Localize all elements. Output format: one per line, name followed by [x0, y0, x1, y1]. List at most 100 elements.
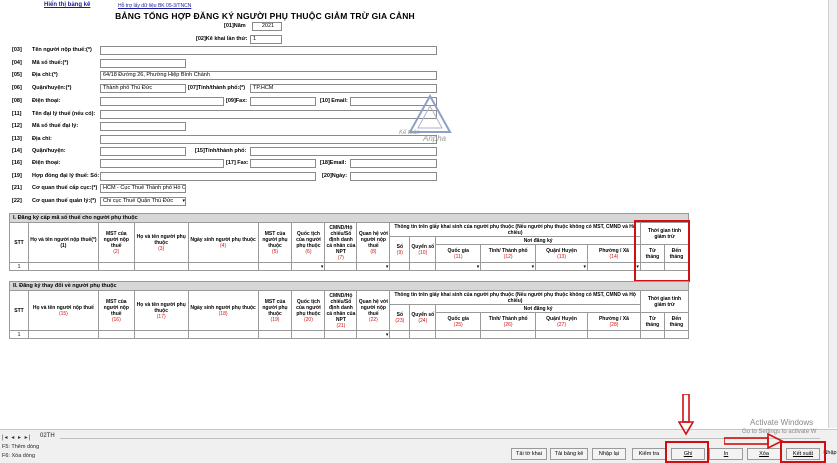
times-input[interactable]: 1 [250, 35, 282, 44]
f04-num: [04] [12, 60, 22, 66]
taxpayer-name-input[interactable] [100, 46, 437, 55]
phone-input[interactable] [100, 97, 224, 106]
load-list-button[interactable]: Tải bảng kê [550, 448, 588, 460]
s1-cell[interactable] [257, 262, 293, 271]
f13-num: [13] [12, 136, 22, 142]
s2-col5: MST của người phụ thuộc (19) [257, 290, 293, 331]
s1-sub-province: Tỉnh/ Thành phố (12) [480, 244, 537, 263]
s2-col7: CMND/Hộ chiếu/Số định danh cá nhân của N… [324, 290, 358, 331]
s2-cell[interactable] [187, 330, 259, 339]
s1-col3: Họ và tên người phụ thuộc (3) [133, 222, 189, 263]
s1-cell[interactable] [187, 262, 259, 271]
s2-cell[interactable] [97, 330, 135, 339]
show-list-link[interactable]: Hiển thị bảng kê [44, 2, 90, 8]
f19-label: Hợp đồng đại lý thuế: Số: [32, 173, 100, 179]
f14-num: [14] [12, 148, 22, 154]
support-data-link[interactable]: Hỗ trợ lấy dữ liệu BK 05-3/TNCN [118, 3, 191, 9]
s2-cell[interactable] [535, 330, 588, 339]
delete-button[interactable]: Xóa [747, 448, 781, 460]
year-input[interactable]: 2021 [252, 22, 282, 31]
s1-cell[interactable] [389, 262, 411, 271]
s2-col8: Quan hệ với người nộp thuế (22) [356, 290, 391, 331]
s2-col6: Quốc tịch của người phụ thuộc (20) [291, 290, 326, 331]
contract-date-input[interactable] [350, 172, 437, 181]
sheet-nav[interactable]: |◂ ◂ ▸ ▸| [2, 434, 31, 441]
fax-input[interactable] [250, 97, 316, 106]
times-label: [02]Kê khai lần thứ: [196, 36, 248, 42]
s2-cell[interactable] [389, 330, 411, 339]
f06-label: Quận/huyện:(*) [32, 85, 72, 91]
agent-name-input[interactable] [100, 110, 437, 119]
s2-cell[interactable] [435, 330, 482, 339]
s1-cell[interactable] [97, 262, 135, 271]
s2-relation-select[interactable] [356, 330, 391, 339]
f20-label: [20]Ngày: [322, 173, 348, 179]
form-title: BẢNG TỔNG HỢP ĐĂNG KÝ NGƯỜI PHỤ THUỘC GI… [115, 11, 415, 21]
s1-district-select[interactable] [535, 262, 589, 271]
s1-country-select[interactable] [435, 262, 482, 271]
agent-tax-code-input[interactable] [100, 122, 186, 131]
agent-fax-input[interactable] [250, 159, 316, 168]
first-sheet-icon[interactable]: |◂ [2, 435, 9, 441]
prev-sheet-icon[interactable]: ◂ [11, 435, 15, 441]
f14-label: Quận/huyện: [32, 148, 66, 154]
address-input[interactable]: 64/18 Đường 26, Phường Hiệp Bình Chánh [100, 71, 437, 80]
tax-office-select[interactable]: Chi cục Thuế Quận Thủ Đức [100, 197, 186, 206]
f04-label: Mã số thuế:(*) [32, 60, 69, 66]
s2-quyenso: Quyển số (24) [409, 304, 437, 331]
s2-cell[interactable] [133, 330, 189, 339]
contract-number-input[interactable] [100, 172, 316, 181]
print-button[interactable]: In [709, 448, 743, 460]
agent-phone-input[interactable] [100, 159, 224, 168]
s2-cell[interactable] [663, 330, 690, 339]
s2-cell[interactable] [639, 330, 665, 339]
check-button[interactable]: Kiểm tra [632, 448, 666, 460]
s1-cell[interactable] [409, 262, 437, 271]
tax-code-input[interactable] [100, 59, 186, 68]
s2-cell[interactable] [27, 330, 99, 339]
f08-label: Điện thoại: [32, 98, 61, 104]
agent-address-input[interactable] [100, 135, 437, 144]
export-highlight [780, 441, 826, 463]
f11-label: Tên đại lý thuế (nếu có): [32, 111, 96, 117]
s2-cell[interactable] [291, 330, 326, 339]
f16-num: [16] [12, 160, 22, 166]
s1-cell[interactable] [133, 262, 189, 271]
s1-cell[interactable] [27, 262, 99, 271]
hint-delete-row: F6: Xóa dòng [2, 453, 36, 459]
right-arrow-icon [724, 433, 784, 449]
next-sheet-icon[interactable]: ▸ [18, 435, 22, 441]
f21-label: Cơ quan thuế cấp cục:(*) [32, 185, 98, 191]
s2-cell[interactable] [587, 330, 641, 339]
f10-label: [10] Email: [320, 98, 348, 104]
s1-cell[interactable] [324, 262, 358, 271]
s2-cell[interactable] [257, 330, 293, 339]
agent-district-input[interactable] [100, 147, 186, 156]
sheet-tab-02th[interactable]: 02TH [40, 433, 55, 439]
s1-col6: Quốc tịch của người phụ thuộc (6) [291, 222, 326, 263]
f16-label: Điện thoại: [32, 160, 61, 166]
vertical-scrollbar[interactable] [828, 0, 837, 428]
activate-windows-title: Activate Windows [750, 418, 814, 427]
s1-province-select[interactable] [480, 262, 537, 271]
agent-email-input[interactable] [350, 159, 437, 168]
s2-cell[interactable] [480, 330, 537, 339]
s2-cell[interactable] [324, 330, 358, 339]
s2-cell[interactable] [409, 330, 437, 339]
section1-table: STT Họ và tên người nộp thuế(*) (1) MST c… [9, 222, 690, 271]
f11-num: [11] [12, 111, 22, 117]
reenter-button[interactable]: Nhập lại [592, 448, 626, 460]
s1-ward-select[interactable] [587, 262, 641, 271]
f03-num: [03] [12, 47, 22, 53]
load-declaration-button[interactable]: Tải tờ khai [511, 448, 547, 460]
s1-relation-select[interactable] [356, 262, 391, 271]
last-sheet-icon[interactable]: ▸| [25, 435, 32, 441]
tax-dept-select[interactable]: HCM - Cục Thuế Thành phố Hồ Chí [100, 184, 186, 193]
s2-time-header: Thời gian tính giảm trừ [639, 290, 690, 313]
f05-label: Địa chỉ:(*) [32, 72, 58, 78]
s2-row-stt: 1 [9, 330, 29, 339]
horizontal-scrollbar[interactable] [60, 438, 820, 439]
district-input[interactable]: Thành phố Thủ Đức [100, 84, 186, 93]
s1-nationality-select[interactable] [291, 262, 326, 271]
save-highlight [665, 441, 709, 463]
